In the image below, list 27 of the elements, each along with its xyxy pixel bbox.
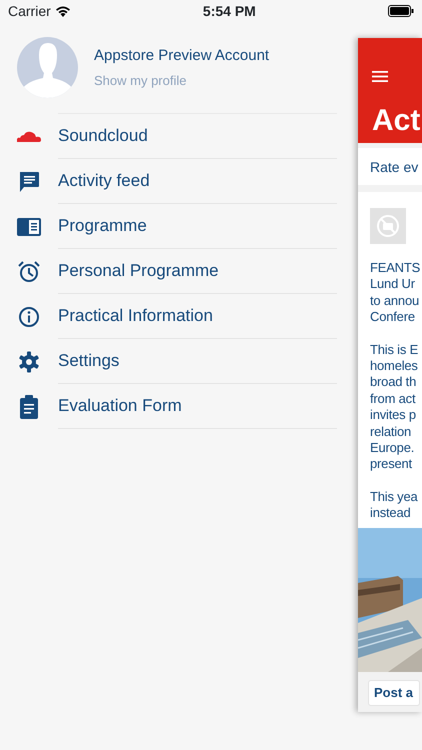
battery-icon	[388, 5, 414, 17]
time-label: 5:54 PM	[202, 2, 256, 20]
menu-item[interactable]: Personal Programme	[0, 249, 337, 294]
menu-item[interactable]: Soundcloud	[0, 114, 337, 159]
book-icon	[17, 218, 41, 236]
clipboard-icon	[19, 394, 39, 418]
no-image-icon	[370, 208, 406, 244]
menu-item[interactable]: Activity feed	[0, 159, 337, 204]
menu-item[interactable]: Settings	[0, 339, 337, 384]
post-paragraph: This yea instead	[370, 488, 419, 522]
wifi-icon	[54, 5, 71, 17]
info-icon	[18, 306, 40, 328]
alarm-clock-icon	[18, 260, 40, 282]
post-paragraph: This is E homeles broad th from act invites p relation Europe. present	[370, 342, 420, 473]
post-paragraph: FEANTS Lund Ur to annou Confere	[370, 260, 422, 326]
menu-item[interactable]: Programme	[0, 204, 337, 249]
menu-icon[interactable]	[372, 71, 388, 82]
menu-item[interactable]: Practical Information	[0, 294, 337, 339]
post-button[interactable]: Post a	[368, 680, 420, 706]
menu-item[interactable]: Evaluation Form	[0, 384, 337, 429]
cloud-icon	[16, 130, 42, 142]
page-title: Act	[372, 106, 422, 136]
carrier-label: Carrier	[8, 2, 51, 20]
rate-events-link[interactable]: Rate ev	[358, 148, 422, 185]
chat-icon	[18, 170, 40, 192]
profile-name: Appstore Preview Account	[94, 46, 270, 66]
settings-icon	[18, 350, 40, 372]
